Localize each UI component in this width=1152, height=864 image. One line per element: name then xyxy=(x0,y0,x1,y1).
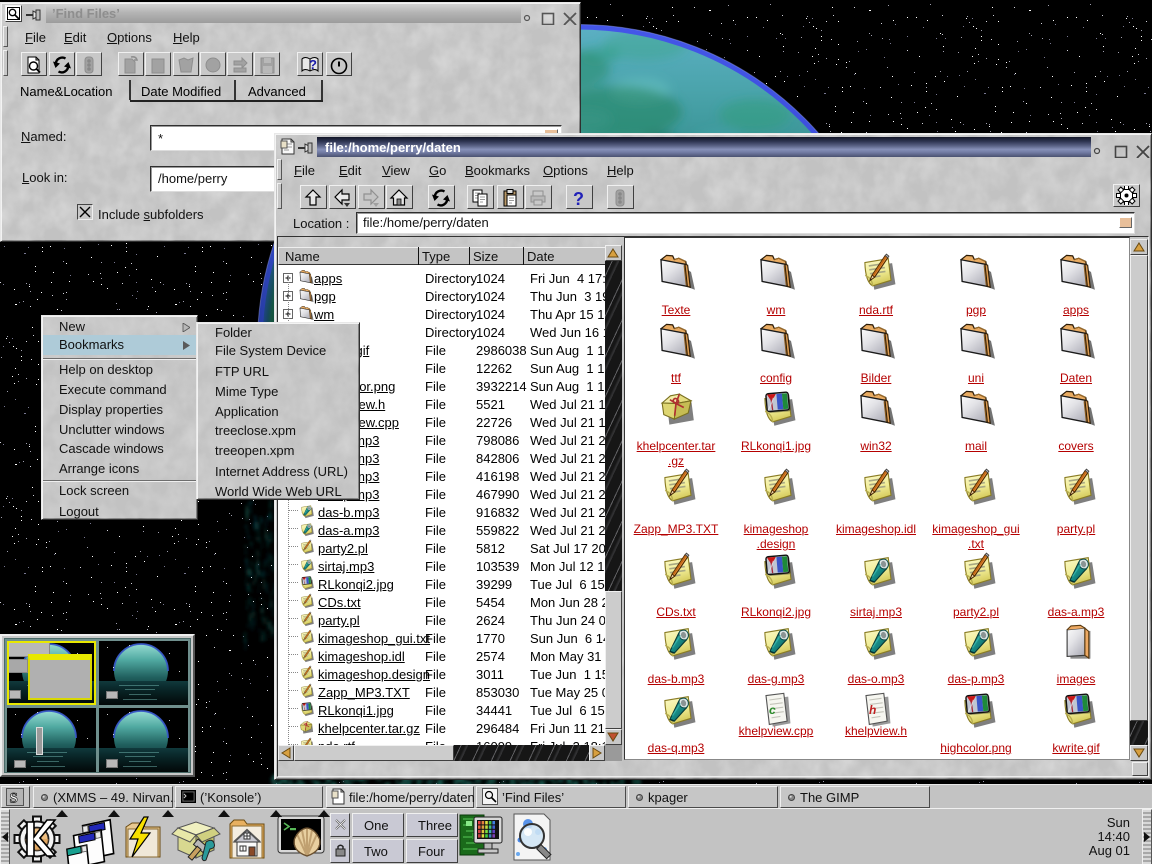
svg-text:S: S xyxy=(10,791,18,807)
svg-text:?: ? xyxy=(573,189,584,208)
svg-text:?: ? xyxy=(309,57,317,72)
